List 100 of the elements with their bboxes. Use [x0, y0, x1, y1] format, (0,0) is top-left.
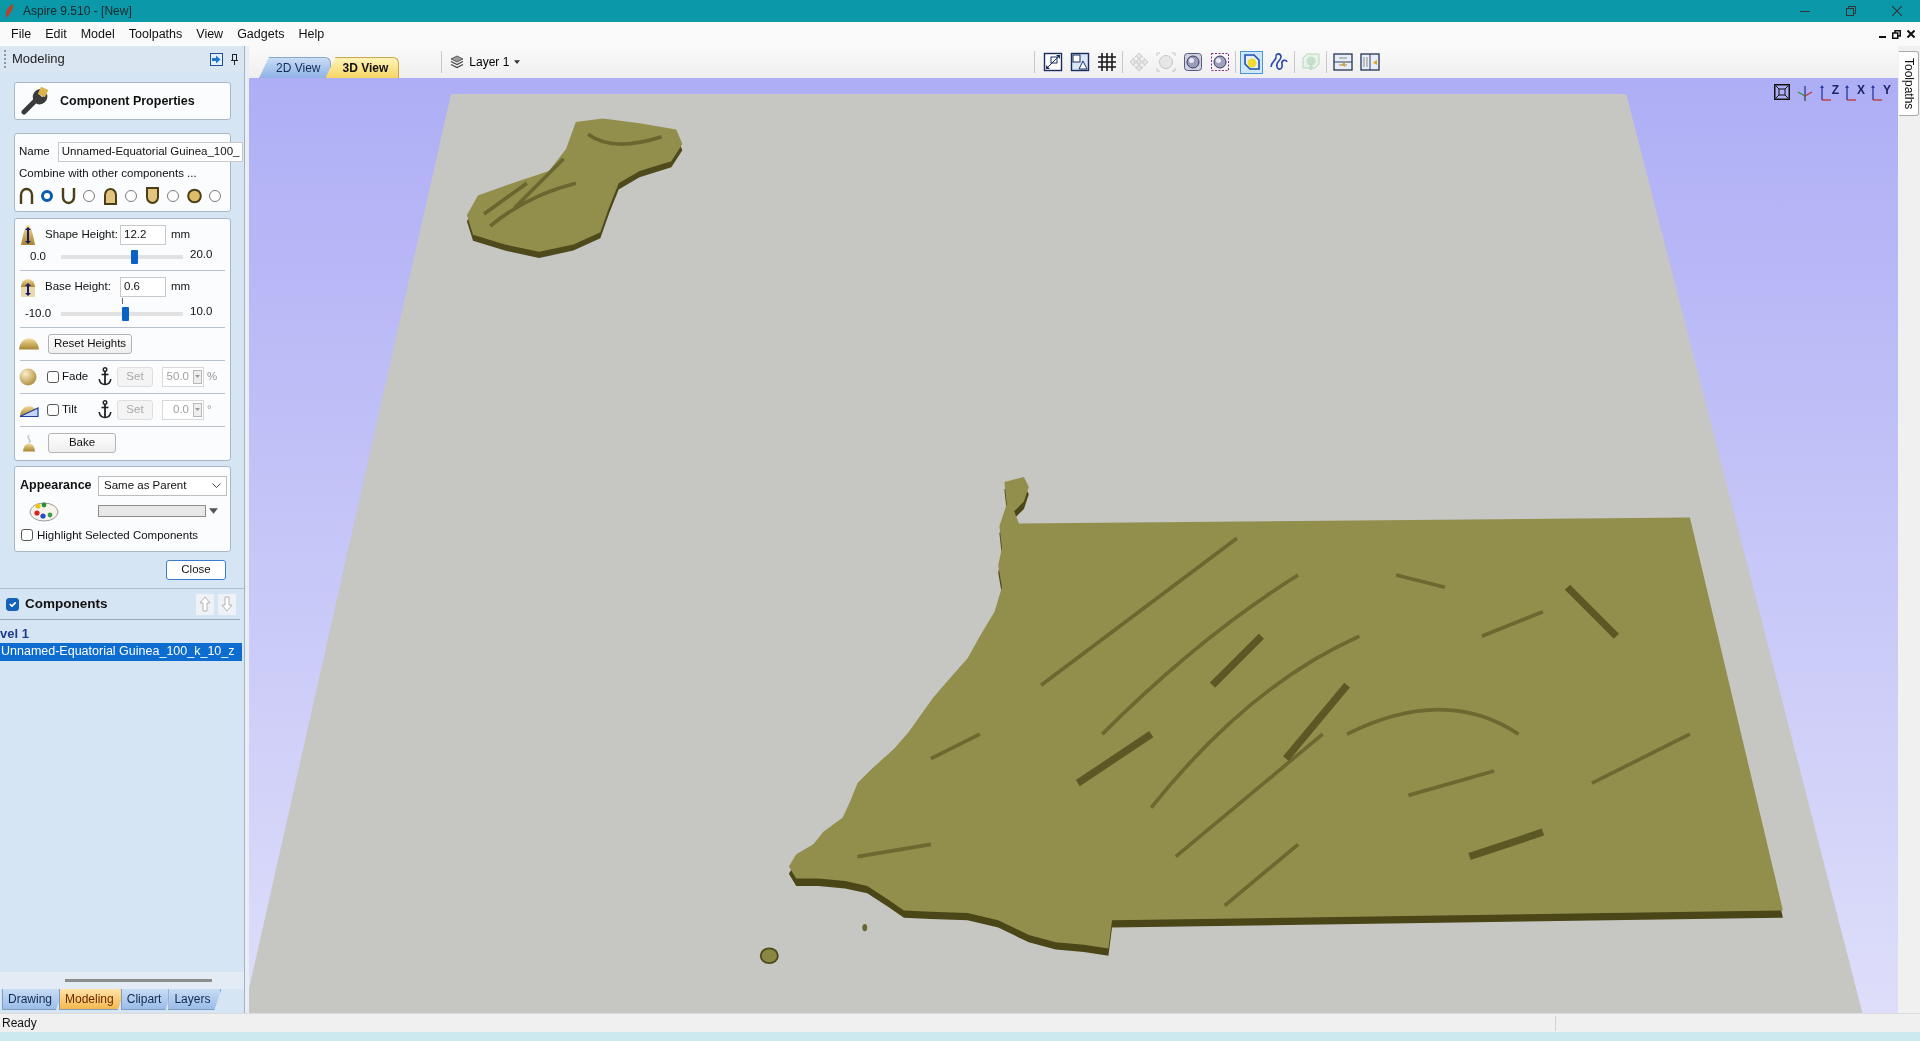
slider-thumb[interactable] — [121, 306, 129, 321]
panel-heading: Component Properties — [60, 93, 195, 109]
side-tab[interactable]: Toolpaths — [1899, 51, 1919, 117]
menu-item[interactable]: File — [4, 24, 39, 44]
restore-icon — [1892, 29, 1901, 39]
bake-icon — [22, 433, 36, 452]
wrench-icon — [20, 87, 50, 115]
combine-label: Combine with other components ... — [19, 167, 198, 181]
height-field[interactable]: 12.2 — [120, 224, 166, 245]
view-tab[interactable]: 2D View — [259, 57, 332, 78]
arch-outline-icon — [19, 186, 34, 205]
slider-max-label: 20.0 — [190, 247, 213, 262]
split-vertical-button[interactable] — [1358, 50, 1382, 74]
pin-button[interactable] — [231, 53, 238, 65]
unit-label: mm — [171, 227, 191, 242]
sphere-icon — [19, 367, 37, 386]
tree-item[interactable]: Unnamed-Equatorial Guinea_100_k_10_z — [0, 643, 242, 661]
shaded-view-icon — [1241, 52, 1262, 72]
axis-view-button[interactable]: X — [1843, 84, 1866, 104]
arrow-into-box-icon — [210, 52, 223, 66]
height-field[interactable]: 0.6 — [120, 276, 166, 297]
shapes-button[interactable] — [1068, 50, 1092, 74]
appearance-label: Appearance — [20, 478, 93, 494]
cup-outline-icon — [61, 186, 76, 205]
shapes-icon — [1069, 52, 1090, 72]
caret-icon — [195, 375, 200, 379]
axes-icon — [1795, 84, 1814, 102]
palette-icon — [29, 499, 59, 522]
name-field[interactable]: Unnamed-Equatorial Guinea_100_ — [57, 142, 244, 162]
combine-radio[interactable] — [83, 189, 95, 202]
restore-icon — [1846, 6, 1856, 16]
caret-icon — [195, 408, 200, 412]
layers-icon — [450, 55, 465, 69]
axes-icon — [1844, 84, 1857, 102]
arch-filled-icon — [103, 186, 118, 205]
status-text: Ready — [2, 1015, 37, 1031]
zoom-selection-icon — [1209, 52, 1230, 72]
caret-icon — [209, 507, 218, 514]
caret-icon — [514, 60, 521, 64]
doc-close-button[interactable] — [1907, 30, 1915, 38]
dome-icon — [18, 337, 40, 351]
unit-label: % — [207, 369, 218, 384]
chevron-down-icon — [212, 483, 221, 489]
unit-label: ° — [207, 402, 212, 417]
layer-dropdown[interactable]: Layer 1 — [448, 54, 523, 70]
bake-button[interactable]: Bake — [48, 432, 116, 453]
height-label: Base Height: — [45, 279, 112, 294]
cup-filled-icon — [145, 186, 160, 205]
panel-tab[interactable]: Layers — [168, 989, 222, 1010]
components-title: Components — [25, 596, 108, 613]
resize-frame-button[interactable] — [1041, 50, 1065, 74]
split-horizontal-button[interactable] — [1331, 50, 1355, 74]
anchor-icon — [98, 367, 112, 387]
horizontal-scrollbar[interactable] — [65, 979, 212, 982]
combine-radio[interactable] — [125, 189, 137, 202]
height-label: Shape Height: — [45, 227, 117, 242]
arrow-down-icon — [221, 596, 233, 613]
app-logo-icon — [5, 4, 15, 18]
slider-min-label: -10.0 — [23, 306, 53, 321]
close-icon — [1892, 6, 1902, 16]
close-icon — [1907, 30, 1915, 38]
slider-max-label: 10.0 — [190, 304, 213, 319]
zoom-button[interactable] — [1181, 50, 1205, 74]
menu-item[interactable]: Gadgets — [230, 24, 292, 44]
doc-restore-button[interactable] — [1892, 29, 1901, 39]
components-checkbox[interactable] — [6, 597, 19, 611]
shaded-view-button[interactable] — [1240, 50, 1264, 74]
menu-item[interactable]: Help — [291, 24, 332, 44]
name-label: Name — [19, 145, 50, 159]
axes-icon — [1871, 84, 1883, 102]
axis-view-button[interactable]: Y — [1870, 84, 1892, 104]
reset-heights-button[interactable]: Reset Heights — [48, 333, 132, 354]
arrow-up-icon — [199, 596, 211, 613]
combine-radio[interactable] — [41, 189, 53, 202]
axis-view-button[interactable]: Z — [1818, 84, 1840, 104]
unit-label: mm — [171, 279, 191, 294]
highlight-label: Highlight Selected Components — [37, 528, 199, 543]
menu-item[interactable]: Edit — [38, 24, 74, 44]
highlight-checkbox[interactable] — [21, 529, 33, 542]
combine-radio[interactable] — [167, 189, 179, 202]
split-vertical-icon — [1359, 52, 1380, 72]
menu-item[interactable]: View — [189, 24, 231, 44]
appearance-dropdown[interactable]: Same as Parent — [98, 475, 227, 496]
menu-item[interactable]: Model — [73, 24, 122, 44]
auto-hide-button[interactable] — [210, 52, 223, 66]
fit-view-icon — [1773, 84, 1790, 100]
panel-title: Modeling — [12, 51, 65, 67]
tree-level[interactable]: vel 1 — [0, 622, 244, 643]
slider-thumb[interactable] — [131, 249, 139, 264]
slider-min-label: 0.0 — [29, 249, 47, 264]
combine-radio[interactable] — [209, 189, 221, 202]
grid-button[interactable] — [1095, 50, 1119, 74]
adjust-label: Fade — [62, 369, 90, 384]
disc-icon — [187, 186, 202, 205]
zoom-selection-button[interactable] — [1208, 50, 1232, 74]
islet-relief — [862, 923, 868, 932]
menu-item[interactable]: Toolpaths — [121, 24, 190, 44]
close-panel-button[interactable]: Close — [166, 560, 226, 581]
pin-icon — [231, 53, 238, 65]
view-tab[interactable]: 3D View — [325, 57, 400, 78]
